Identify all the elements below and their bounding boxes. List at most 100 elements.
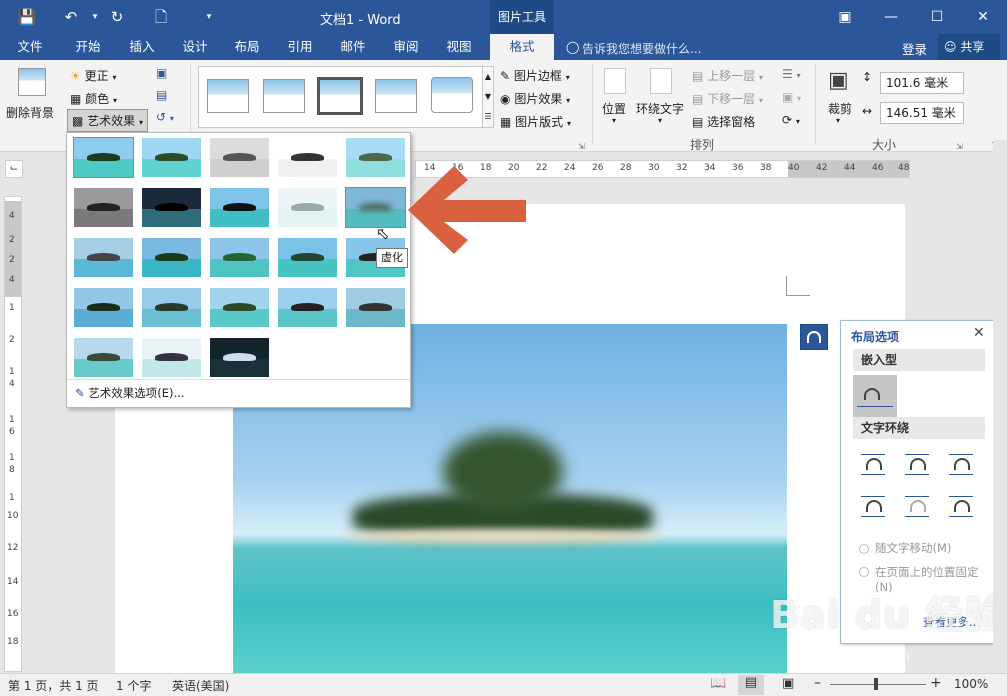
artistic-effect-thumbnail[interactable]	[141, 287, 202, 328]
artistic-effect-thumbnail[interactable]	[73, 137, 134, 178]
change-picture-icon[interactable]: ▤	[156, 88, 167, 102]
artistic-effect-thumbnail[interactable]	[141, 337, 202, 378]
tab-selector[interactable]: ⌙	[5, 160, 23, 178]
tab-insert[interactable]: 插入	[120, 34, 164, 60]
selection-pane-button[interactable]: ▤ 选择窗格	[692, 113, 755, 130]
crop-button[interactable]: ▣ 裁剪 ▾	[822, 66, 858, 128]
zoom-in-button[interactable]: +	[930, 675, 942, 691]
artistic-effect-thumbnail[interactable]	[277, 237, 338, 278]
artistic-effect-thumbnail[interactable]	[73, 187, 134, 228]
tab-references[interactable]: 引用	[278, 34, 322, 60]
picture-style-4[interactable]	[375, 79, 417, 113]
tab-review[interactable]: 审阅	[384, 34, 428, 60]
compress-pictures-icon[interactable]: ▣	[156, 66, 167, 80]
tab-design[interactable]: 设计	[173, 34, 217, 60]
undo-dropdown-icon[interactable]: ▾	[84, 6, 106, 28]
customize-qat-icon[interactable]: ▾	[198, 6, 220, 28]
artistic-effect-thumbnail[interactable]	[209, 137, 270, 178]
artistic-effect-thumbnail[interactable]	[141, 137, 202, 178]
behind-text-option[interactable]	[901, 491, 933, 519]
artistic-effect-thumbnail[interactable]	[209, 337, 270, 378]
remove-background-button[interactable]: 删除背景	[6, 66, 58, 122]
layout-options-icon[interactable]	[800, 324, 828, 350]
height-input[interactable]: 101.6 毫米	[880, 72, 964, 94]
undo-icon[interactable]: ↶	[60, 6, 82, 28]
artistic-effect-thumbnail[interactable]	[73, 287, 134, 328]
language[interactable]: 英语(美国)	[172, 677, 229, 694]
redo-icon[interactable]: ↻	[106, 6, 128, 28]
picture-styles-launcher-icon[interactable]: ⇲	[578, 142, 585, 151]
read-mode-icon[interactable]: 📖	[710, 676, 726, 691]
zoom-level[interactable]: 100%	[954, 677, 988, 691]
tab-mailings[interactable]: 邮件	[331, 34, 375, 60]
tab-layout[interactable]: 布局	[225, 34, 269, 60]
zoom-out-button[interactable]: –	[814, 675, 821, 691]
picture-style-2[interactable]	[263, 79, 305, 113]
artistic-effects-options-link[interactable]: ✎ 艺术效果选项(E)...	[75, 385, 185, 401]
close-icon[interactable]: ✕	[973, 325, 985, 341]
square-wrap-option[interactable]	[857, 449, 889, 477]
picture-style-3[interactable]	[317, 77, 363, 115]
ribbon-display-icon[interactable]: ▣	[822, 0, 868, 34]
in-front-text-option[interactable]	[945, 491, 977, 519]
wrap-text-button[interactable]: 环绕文字 ▾	[636, 66, 688, 128]
artistic-effect-thumbnail[interactable]	[209, 237, 270, 278]
group-icon[interactable]: ▣ ▾	[782, 90, 801, 104]
top-bottom-wrap-option[interactable]	[857, 491, 889, 519]
tab-file[interactable]: 文件	[8, 34, 52, 60]
artistic-effect-thumbnail[interactable]	[277, 187, 338, 228]
rotate-icon[interactable]: ⟳ ▾	[782, 113, 800, 127]
tab-home[interactable]: 开始	[66, 34, 110, 60]
picture-style-5[interactable]	[431, 77, 473, 113]
picture-effects-button[interactable]: ◉ 图片效果 ▾	[500, 90, 570, 107]
send-backward-button[interactable]: ▤ 下移一层 ▾	[692, 90, 763, 107]
share-button[interactable]: ☺ 共享	[938, 34, 1000, 60]
tab-format[interactable]: 格式	[490, 34, 554, 60]
print-layout-icon[interactable]: ▤	[738, 675, 764, 695]
align-icon[interactable]: ☰ ▾	[782, 67, 801, 81]
zoom-thumb[interactable]	[874, 678, 878, 690]
artistic-effect-thumbnail[interactable]	[141, 237, 202, 278]
size-launcher-icon[interactable]: ⇲	[956, 142, 963, 151]
word-count[interactable]: 1 个字	[116, 677, 151, 694]
move-with-text-radio[interactable]: 随文字移动(M)	[859, 540, 951, 556]
picture-style-1[interactable]	[207, 79, 249, 113]
tight-wrap-option[interactable]	[901, 449, 933, 477]
artistic-effect-thumbnail[interactable]	[345, 137, 406, 178]
artistic-effect-thumbnail[interactable]	[209, 287, 270, 328]
page-count[interactable]: 第 1 页，共 1 页	[8, 677, 99, 694]
artistic-effect-thumbnail[interactable]	[277, 287, 338, 328]
position-button[interactable]: 位置 ▾	[600, 66, 630, 128]
width-input[interactable]: 146.51 毫米	[880, 102, 964, 124]
color-button[interactable]: ▦ 颜色 ▾	[70, 90, 117, 107]
picture-layout-button[interactable]: ▦ 图片版式 ▾	[500, 113, 571, 130]
artistic-effect-thumbnail[interactable]	[73, 337, 134, 378]
save-icon[interactable]: 💾	[16, 6, 38, 28]
picture-border-button[interactable]: ✎ 图片边框 ▾	[500, 67, 570, 84]
vertical-ruler[interactable]: 4 2 2 4 1 2 1 4 1 6 1 8 1 10 12 14 16 18	[4, 196, 22, 672]
artistic-effect-thumbnail[interactable]	[277, 137, 338, 178]
crop-icon: ▣	[828, 68, 849, 93]
tell-me-box[interactable]: 告诉我您想要做什么...	[582, 40, 701, 57]
artistic-effect-thumbnail[interactable]	[345, 287, 406, 328]
corrections-button[interactable]: ☀ 更正 ▾	[70, 67, 116, 84]
inline-wrap-option[interactable]	[853, 375, 897, 417]
artistic-effect-thumbnail[interactable]	[141, 187, 202, 228]
artistic-effect-thumbnail[interactable]	[345, 187, 406, 228]
vertical-scrollbar[interactable]	[993, 140, 1007, 673]
tab-view[interactable]: 视图	[437, 34, 481, 60]
artistic-effect-thumbnail[interactable]	[73, 237, 134, 278]
close-button[interactable]: ✕	[960, 0, 1006, 34]
web-layout-icon[interactable]: ▣	[782, 676, 794, 691]
minimize-button[interactable]: —	[868, 0, 914, 34]
reset-picture-icon[interactable]: ↺ ▾	[156, 110, 174, 124]
sign-in-link[interactable]: 登录	[902, 39, 927, 58]
through-wrap-option[interactable]	[945, 449, 977, 477]
new-doc-icon[interactable]: 🗋	[150, 6, 172, 28]
gallery-scroll[interactable]: ▲ ▼ ☰	[482, 66, 494, 128]
artistic-effects-button[interactable]: ▩ 艺术效果 ▾	[67, 109, 149, 132]
bring-forward-button[interactable]: ▤ 上移一层 ▾	[692, 67, 763, 84]
zoom-slider[interactable]	[830, 684, 926, 685]
artistic-effect-thumbnail[interactable]	[209, 187, 270, 228]
maximize-button[interactable]: ☐	[914, 0, 960, 34]
